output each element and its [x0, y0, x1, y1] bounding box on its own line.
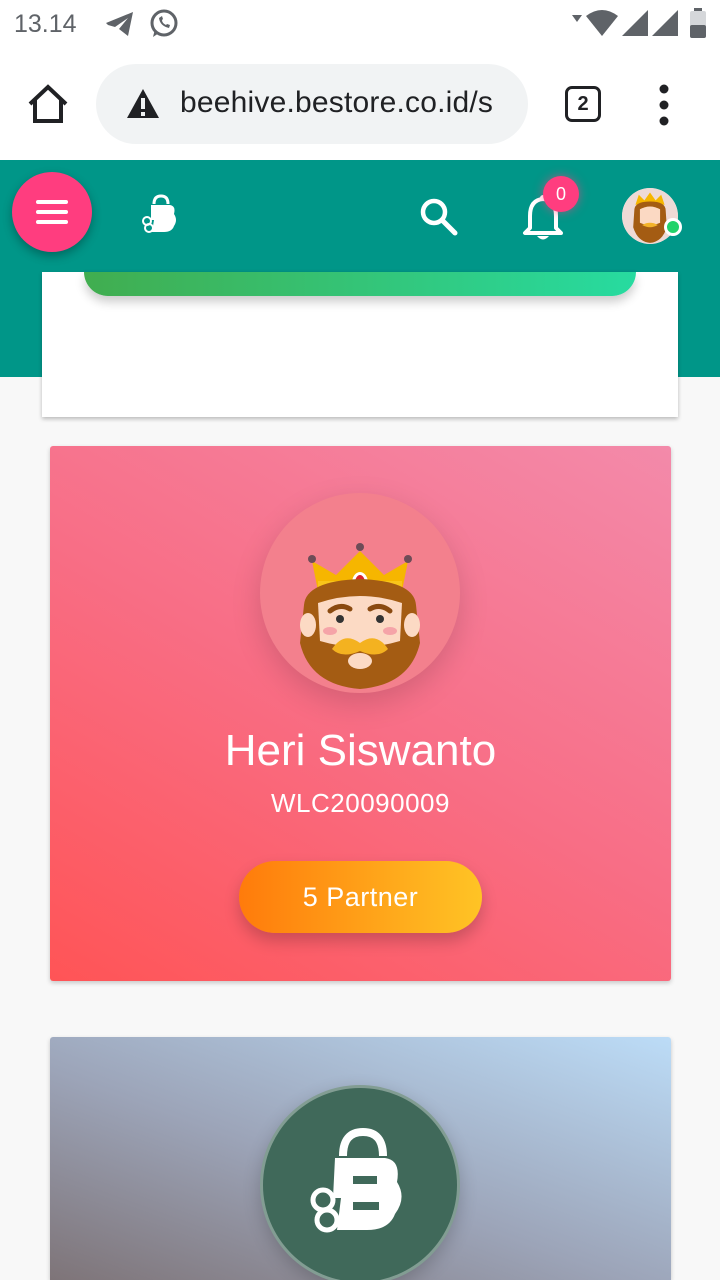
king-avatar-icon: [300, 543, 420, 689]
partner-button[interactable]: 5 Partner: [239, 861, 482, 933]
online-status-dot: [664, 218, 682, 236]
battery-icon: [690, 8, 706, 38]
bestore-logo-icon: [310, 1127, 402, 1233]
status-bar: 13.14: [0, 0, 720, 50]
home-icon[interactable]: [26, 82, 70, 126]
signal-icon-2: [652, 10, 678, 36]
bestore-logo-icon[interactable]: [142, 194, 178, 234]
status-time: 13.14: [14, 10, 77, 38]
profile-name: Heri Siswanto: [224, 726, 497, 775]
menu-icon-bar: [36, 210, 68, 214]
data-arrow-icon: [572, 15, 582, 22]
whatsapp-icon: [150, 9, 178, 37]
url-text[interactable]: beehive.bestore.co.id/s: [180, 86, 493, 120]
profile-card: Heri Siswanto WLC20090009 5 Partner: [50, 446, 671, 981]
action-button[interactable]: [84, 272, 636, 296]
tabs-button[interactable]: 2: [565, 86, 601, 122]
warning-icon[interactable]: [126, 87, 160, 121]
notification-badge[interactable]: 0: [543, 176, 579, 212]
wifi-icon: [586, 10, 618, 36]
browser-toolbar: beehive.bestore.co.id/s 2: [0, 50, 720, 160]
search-icon[interactable]: [418, 196, 458, 236]
more-vert-icon[interactable]: [652, 84, 676, 126]
address-bar[interactable]: beehive.bestore.co.id/s: [96, 64, 528, 144]
telegram-icon: [106, 12, 133, 36]
profile-avatar: [260, 493, 460, 693]
brand-logo-circle: [260, 1085, 460, 1280]
profile-member-id: WLC20090009: [271, 788, 450, 818]
signal-icon: [622, 10, 648, 36]
menu-icon-bar: [36, 220, 68, 224]
menu-icon: [36, 200, 68, 204]
menu-button[interactable]: [12, 172, 92, 252]
brand-card: [50, 1037, 671, 1280]
